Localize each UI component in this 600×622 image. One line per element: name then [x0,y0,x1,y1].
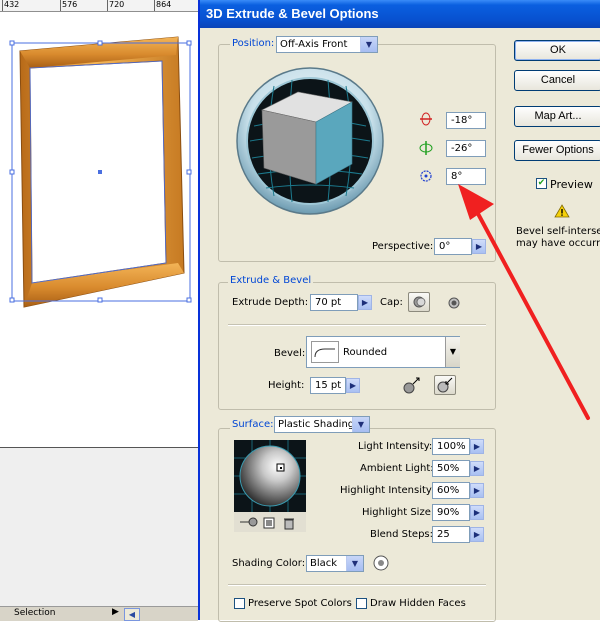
dialog-title: 3D Extrude & Bevel Options [206,6,379,21]
cap-on-icon [413,296,426,308]
height-label: Height: [268,380,305,391]
extrude-depth-label: Extrude Depth: [232,297,309,308]
highlight-size-stepper[interactable]: ▶ [470,505,484,520]
move-light-back-icon[interactable] [238,515,260,532]
scroll-left-button[interactable]: ◀ [124,608,140,621]
draw-hidden-faces-checkbox[interactable]: ✔ [356,598,367,609]
shading-color-label: Shading Color: [232,558,306,569]
extrude-bevel-group-label: Extrude & Bevel [228,275,314,286]
highlight-intensity-stepper[interactable]: ▶ [470,483,484,498]
surface-selected: Plastic Shading [278,419,355,430]
ruler-mark: 576 [62,0,78,9]
surface-label: Surface: [230,419,276,430]
chevron-down-icon: ▼ [360,37,377,52]
position-label: Position: [230,38,277,49]
cancel-button[interactable]: Cancel [514,70,600,91]
ok-button[interactable]: OK [514,40,600,61]
highlight-intensity-label: Highlight Intensity: [340,485,435,496]
artboard-canvas[interactable]: 432 576 720 864 Selection ▶ ◀ [0,0,198,621]
surface-divider [228,584,486,586]
fewer-options-button[interactable]: Fewer Options [514,140,600,161]
status-menu-arrow-icon[interactable]: ▶ [112,607,119,617]
bevel-dropdown[interactable]: Rounded ▼ [306,336,460,368]
blend-steps-field[interactable]: 25 [432,526,470,543]
x-axis-rotation-icon [420,112,432,126]
status-bar: Selection ▶ ◀ [0,606,198,621]
extrude-bevel-dialog: 3D Extrude & Bevel Options Position: Off… [198,0,600,622]
highlight-intensity-field[interactable]: 60% [432,482,470,499]
ruler-mark: 720 [109,0,125,9]
extrude-depth-stepper[interactable]: ▶ [358,295,372,310]
ruler-mark: 864 [156,0,172,9]
map-art-button[interactable]: Map Art... [514,106,600,127]
new-light-icon[interactable] [262,516,276,533]
delete-light-icon[interactable] [282,516,296,533]
bevel-label: Bevel: [274,348,306,359]
extruded-frame-artwork[interactable] [0,11,198,447]
cap-on-button[interactable] [408,292,430,312]
annotation-arrow [458,184,590,420]
blend-steps-stepper[interactable]: ▶ [470,527,484,542]
ruler-mark: 432 [4,0,20,9]
shading-color-selected: Black [310,558,338,569]
surface-dropdown[interactable]: Plastic Shading ▼ [274,416,370,433]
shading-color-picker-icon[interactable] [372,554,390,575]
position-selected: Off-Axis Front [280,39,348,50]
y-axis-rotation-icon [419,141,433,155]
highlight-size-label: Highlight Size: [362,507,435,518]
rotation-track-cube[interactable] [234,66,386,216]
dialog-titlebar[interactable]: 3D Extrude & Bevel Options [200,0,600,28]
bevel-selected: Rounded [343,347,388,358]
extrude-depth-field[interactable]: 70 pt [310,294,358,311]
light-intensity-label: Light Intensity: [358,441,433,452]
cap-label: Cap: [380,297,403,308]
draw-hidden-faces-label: Draw Hidden Faces [370,598,466,609]
z-axis-rotation-icon [420,170,432,182]
x-rotation-field[interactable]: -18° [446,112,486,129]
perspective-label: Perspective: [372,241,434,252]
ambient-light-label: Ambient Light: [360,463,434,474]
bevel-height-field[interactable]: 15 pt [310,377,346,394]
blend-steps-label: Blend Steps: [370,529,434,540]
chevron-down-icon: ▼ [352,417,369,432]
light-intensity-field[interactable]: 100% [432,438,470,455]
position-dropdown[interactable]: Off-Axis Front ▼ [276,36,378,53]
ambient-light-field[interactable]: 50% [432,460,470,477]
preserve-spot-colors-checkbox[interactable]: ✔ [234,598,245,609]
bevel-shape-icon [311,341,339,363]
bevel-out-icon[interactable] [400,376,422,399]
light-intensity-stepper[interactable]: ▶ [470,439,484,454]
ambient-light-stepper[interactable]: ▶ [470,461,484,476]
pasteboard [0,448,198,606]
extrude-divider [228,324,486,326]
status-label[interactable]: Selection [14,608,55,618]
bevel-height-stepper[interactable]: ▶ [346,378,360,393]
highlight-size-field[interactable]: 90% [432,504,470,521]
y-rotation-field[interactable]: -26° [446,140,486,157]
chevron-down-icon: ▼ [346,556,363,571]
preserve-spot-colors-label: Preserve Spot Colors [248,598,352,609]
shading-color-dropdown[interactable]: Black ▼ [306,555,364,572]
